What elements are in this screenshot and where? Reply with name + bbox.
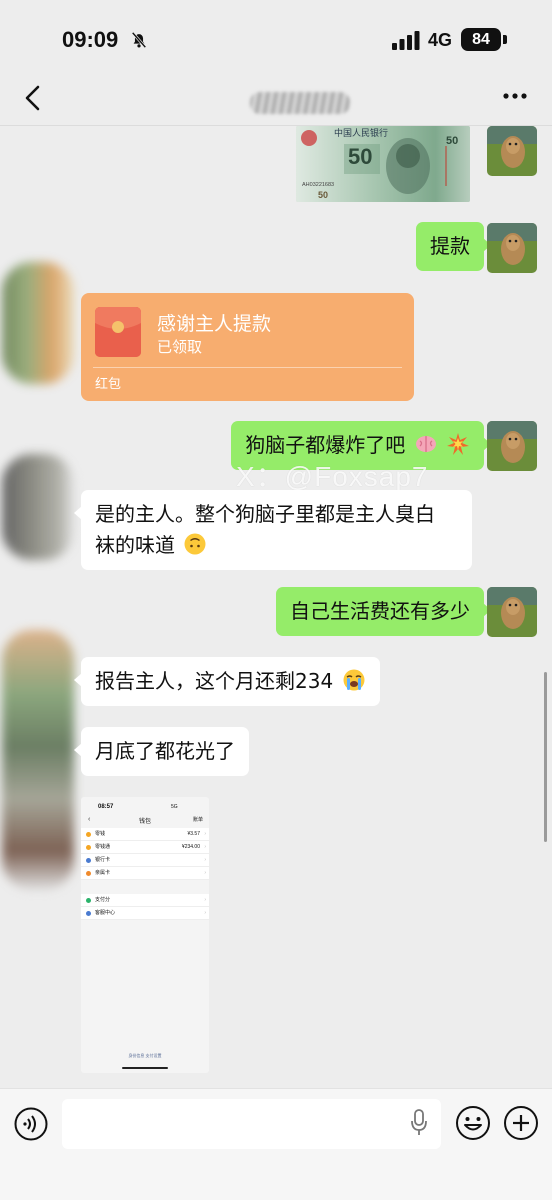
banknote-image[interactable]: 中国人民银行 50 50 AH03221683 50 [296, 126, 470, 202]
chevron-right-icon: › [204, 870, 206, 876]
chevron-right-icon: › [204, 844, 206, 850]
message-text-line1: 是的主人。整个狗脑子里都是主人臭白 [95, 502, 435, 526]
message-text: 狗脑子都爆炸了吧 [245, 433, 406, 457]
wallet-row: 银行卡 › [81, 854, 209, 867]
dog-avatar-image [487, 126, 537, 176]
wallet-row-label: 支付分 [95, 897, 111, 903]
more-options-icon[interactable] [502, 90, 528, 102]
red-packet-label: 红包 [95, 377, 122, 392]
microphone-icon[interactable] [410, 1109, 428, 1137]
wallet-title: 钱包 [138, 819, 151, 825]
wallet-row-value: ¥3.57 [187, 831, 200, 837]
wallet-row: 零钱通 ¥234.00 › [81, 841, 209, 854]
message-bubble-received[interactable]: 月底了都花光了 [74, 727, 249, 776]
message-bubble-received[interactable]: 是的主人。整个狗脑子里都是主人臭白 袜的味道 [74, 490, 472, 570]
wallet-row-label: 零钱通 [95, 844, 111, 850]
message-text-line2: 袜的味道 [95, 533, 175, 557]
mute-bell-icon [131, 31, 147, 49]
wallet-row-label: 银行卡 [95, 857, 111, 863]
chevron-right-icon: › [204, 831, 206, 837]
wallet-row-icon [86, 858, 91, 863]
voice-input-icon[interactable] [14, 1107, 48, 1141]
wallet-row-value: ¥234.00 [181, 844, 200, 850]
banknote-amount-corner: 50 [446, 135, 458, 147]
banknote-serial: AH03221683 [302, 182, 334, 188]
wallet-bill-link: 账单 [192, 817, 203, 823]
plus-button-icon[interactable] [503, 1105, 539, 1141]
brain-emoji [415, 436, 436, 452]
wallet-row: 支付分 › [81, 894, 209, 907]
collision-emoji [447, 433, 469, 455]
wallet-row: 亲属卡 › [81, 867, 209, 880]
red-packet-card[interactable]: 感谢主人提款 已领取 红包 [81, 293, 414, 401]
upside-down-face-emoji [184, 533, 206, 555]
message-bubble-sent[interactable]: 自己生活费还有多少 [276, 587, 491, 636]
wallet-screenshot-image[interactable]: 08:57 5G ‹ 钱包 账单 零钱 ¥3.57 › 零钱通 ¥234.00 › 银行… [81, 797, 209, 1073]
avatar-self[interactable] [487, 421, 537, 471]
back-arrow-icon[interactable] [22, 84, 46, 112]
wallet-row-icon [86, 898, 91, 903]
chat-header [0, 70, 552, 126]
wallet-group-2: 支付分 › 客服中心 › [81, 894, 209, 920]
wallet-row-label: 零钱 [95, 831, 106, 837]
message-bubble-sent[interactable]: 提款 [416, 222, 491, 271]
chevron-right-icon: › [204, 857, 206, 863]
avatar-self[interactable] [487, 126, 537, 176]
message-text: 提款 [430, 234, 470, 258]
red-packet-title: 感谢主人提款 [157, 313, 272, 335]
wallet-row-icon [86, 871, 91, 876]
wallet-row-icon [86, 832, 91, 837]
battery-icon: 84 [461, 28, 501, 51]
dog-avatar-image [487, 587, 537, 637]
banknote-art: 中国人民银行 50 50 AH03221683 50 [296, 126, 470, 202]
avatar-contact-blurred[interactable] [2, 454, 74, 560]
avatar-contact-blurred[interactable] [2, 262, 74, 384]
wallet-footer-links: 身份信息 支付设置 [128, 1053, 162, 1058]
chevron-right-icon: › [204, 897, 206, 903]
chevron-right-icon: › [204, 910, 206, 916]
red-packet-icon [95, 307, 141, 357]
wallet-row: 零钱 ¥3.57 › [81, 828, 209, 841]
banknote-amount: 50 [348, 144, 372, 169]
wallet-home-indicator [122, 1067, 168, 1069]
scroll-indicator[interactable] [544, 672, 547, 842]
message-text: 自己生活费还有多少 [290, 599, 470, 623]
banknote-amount-bottom: 50 [318, 190, 328, 200]
wallet-row: 客服中心 › [81, 907, 209, 920]
avatar-self[interactable] [487, 223, 537, 273]
message-text: 月底了都花光了 [95, 739, 235, 763]
wallet-group-1: 零钱 ¥3.57 › 零钱通 ¥234.00 › 银行卡 › 亲属卡 › [81, 828, 209, 880]
dog-avatar-image [487, 421, 537, 471]
network-type: 4G [428, 30, 453, 50]
red-packet-status: 已领取 [157, 338, 203, 356]
dog-avatar-image [487, 223, 537, 273]
chat-title-redacted [250, 92, 350, 114]
wallet-row-label: 亲属卡 [95, 870, 111, 876]
emoji-button-icon[interactable] [455, 1105, 491, 1141]
message-bubble-received[interactable]: 报告主人，这个月还剩234 [74, 657, 380, 706]
wallet-row-icon [86, 845, 91, 850]
loudly-crying-face-emoji [343, 669, 365, 691]
signal-icon [392, 31, 420, 50]
status-time: 09:09 [62, 27, 119, 52]
status-bar: 09:09 4G 84 [0, 0, 552, 70]
banknote-bank-text: 中国人民银行 [334, 127, 388, 139]
battery-tip [503, 35, 507, 44]
message-text: 报告主人，这个月还剩234 [95, 669, 334, 693]
watermark-text: X：@Foxsap7 [236, 461, 429, 492]
wallet-row-label: 客服中心 [95, 910, 116, 916]
wallet-row-icon [86, 911, 91, 916]
avatar-contact-blurred[interactable] [2, 630, 74, 890]
avatar-self[interactable] [487, 587, 537, 637]
wallet-status-network: 5G [171, 804, 178, 810]
red-packet-divider [93, 367, 402, 368]
input-bar [0, 1088, 552, 1200]
message-input[interactable] [62, 1099, 441, 1149]
wallet-status-time: 08:57 [98, 804, 114, 810]
